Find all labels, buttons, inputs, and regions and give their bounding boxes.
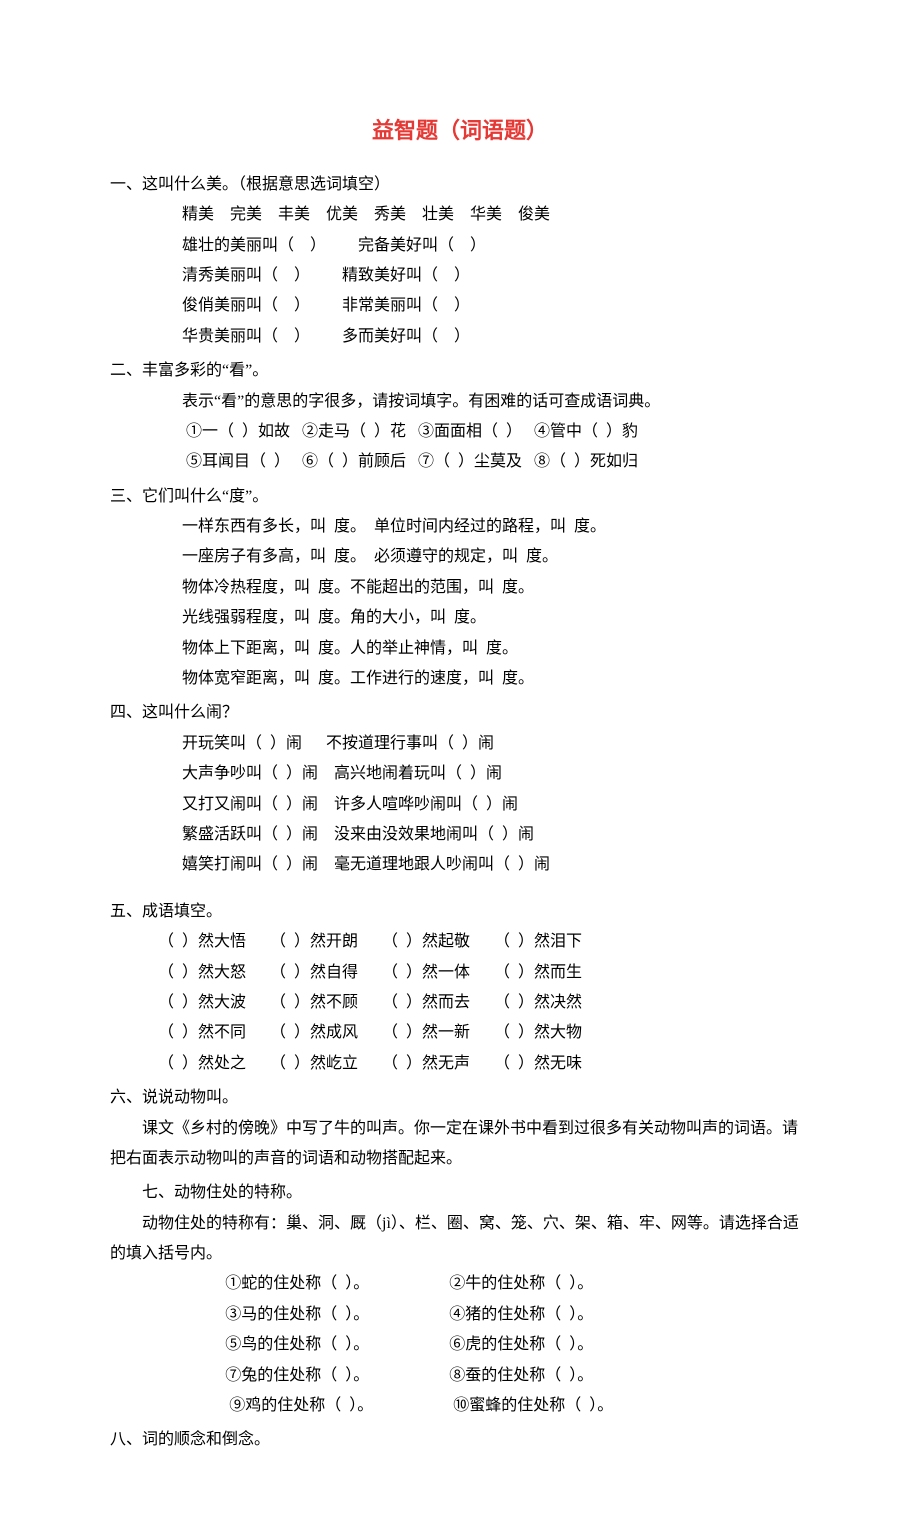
section-5-row-5: （ ）然处之 （ ）然屹立 （ ）然无声 （ ）然无味 [110, 1049, 810, 1079]
section-4-line-1: 开玩笑叫（ ）闹 不按道理行事叫（ ）闹 [110, 729, 810, 759]
section-7-row-4: ⑦兔的住处称（ ）。 ⑧蚕的住处称（ ）。 [110, 1361, 810, 1391]
section-6: 六、说说动物叫。 课文《乡村的傍晚》中写了牛的叫声。你一定在课外书中看到过很多有… [110, 1083, 810, 1174]
section-1-row-1: 雄壮的美丽叫（ ） 完备美好叫（ ） [110, 231, 810, 261]
section-2-line-2: ①一（ ）如故 ②走马（ ）花 ③面面相（ ） ④管中（ ）豹 [110, 417, 810, 447]
section-1-row-3: 俊俏美丽叫（ ） 非常美丽叫（ ） [110, 291, 810, 321]
section-2-line-3: ⑤耳闻目（ ） ⑥（ ）前顾后 ⑦（ ）尘莫及 ⑧（ ）死如归 [110, 447, 810, 477]
section-7-row-3: ⑤鸟的住处称（ ）。 ⑥虎的住处称（ ）。 [110, 1330, 810, 1360]
section-4-line-4: 繁盛活跃叫（ ）闹 没来由没效果地闹叫（ ）闹 [110, 820, 810, 850]
section-3-line-3: 物体冷热程度，叫 度。不能超出的范围，叫 度。 [110, 573, 810, 603]
section-7-row-5: ⑨鸡的住处称（ ）。 ⑩蜜蜂的住处称（ ）。 [110, 1391, 810, 1421]
section-4: 四、这叫什么闹？ 开玩笑叫（ ）闹 不按道理行事叫（ ）闹 大声争吵叫（ ）闹 … [110, 698, 810, 880]
section-5-heading: 五、成语填空。 [110, 897, 810, 927]
spacer [110, 881, 810, 893]
page-title: 益智题（词语题） [110, 110, 810, 152]
section-7-row-1: ①蛇的住处称（ ）。 ②牛的住处称（ ）。 [110, 1269, 810, 1299]
section-1-row-4: 华贵美丽叫（ ） 多而美好叫（ ） [110, 322, 810, 352]
section-4-line-5: 嬉笑打闹叫（ ）闹 毫无道理地跟人吵闹叫（ ）闹 [110, 850, 810, 880]
section-2-line-1: 表示“看”的意思的字很多，请按词填字。有困难的话可查成语词典。 [110, 387, 810, 417]
section-5: 五、成语填空。 （ ）然大悟 （ ）然开朗 （ ）然起敬 （ ）然泪下 （ ）然… [110, 897, 810, 1079]
section-1-heading: 一、这叫什么美。（根据意思选词填空） [110, 170, 810, 200]
section-7-heading: 七、动物住处的特称。 [110, 1178, 810, 1208]
section-7-para-1-text: 动物住处的特称有：巢、洞、厩（jì）、栏、圈、窝、笼、穴、架、箱、牢、网等。请选… [110, 1209, 810, 1270]
section-6-heading: 六、说说动物叫。 [110, 1083, 810, 1113]
section-3-line-5: 物体上下距离，叫 度。人的举止神情，叫 度。 [110, 634, 810, 664]
section-5-row-1: （ ）然大悟 （ ）然开朗 （ ）然起敬 （ ）然泪下 [110, 927, 810, 957]
section-4-heading: 四、这叫什么闹？ [110, 698, 810, 728]
section-2: 二、丰富多彩的“看”。 表示“看”的意思的字很多，请按词填字。有困难的话可查成语… [110, 356, 810, 478]
section-3: 三、它们叫什么“度”。 一样东西有多长，叫 度。 单位时间内经过的路程，叫 度。… [110, 482, 810, 695]
section-8: 八、词的顺念和倒念。 [110, 1425, 810, 1455]
section-3-line-1: 一样东西有多长，叫 度。 单位时间内经过的路程，叫 度。 [110, 512, 810, 542]
section-4-line-2: 大声争吵叫（ ）闹 高兴地闹着玩叫（ ）闹 [110, 759, 810, 789]
section-6-para-1-text: 课文《乡村的傍晚》中写了牛的叫声。你一定在课外书中看到过很多有关动物叫声的词语。… [110, 1114, 810, 1175]
section-5-row-4: （ ）然不同 （ ）然成风 （ ）然一新 （ ）然大物 [110, 1018, 810, 1048]
section-1: 一、这叫什么美。（根据意思选词填空） 精美 完美 丰美 优美 秀美 壮美 华美 … [110, 170, 810, 352]
section-5-row-2: （ ）然大怒 （ ）然自得 （ ）然一体 （ ）然而生 [110, 958, 810, 988]
section-3-line-2: 一座房子有多高，叫 度。 必须遵守的规定，叫 度。 [110, 542, 810, 572]
section-3-line-6: 物体宽窄距离，叫 度。工作进行的速度，叫 度。 [110, 664, 810, 694]
section-2-heading: 二、丰富多彩的“看”。 [110, 356, 810, 386]
section-1-row-2: 清秀美丽叫（ ） 精致美好叫（ ） [110, 261, 810, 291]
section-7: 七、动物住处的特称。 动物住处的特称有：巢、洞、厩（jì）、栏、圈、窝、笼、穴、… [110, 1178, 810, 1421]
section-7-para-1: 动物住处的特称有：巢、洞、厩（jì）、栏、圈、窝、笼、穴、架、箱、牢、网等。请选… [110, 1209, 810, 1270]
section-1-options: 精美 完美 丰美 优美 秀美 壮美 华美 俊美 [110, 200, 810, 230]
section-6-para-1: 课文《乡村的傍晚》中写了牛的叫声。你一定在课外书中看到过很多有关动物叫声的词语。… [110, 1114, 810, 1175]
section-5-row-3: （ ）然大波 （ ）然不顾 （ ）然而去 （ ）然决然 [110, 988, 810, 1018]
section-3-line-4: 光线强弱程度，叫 度。角的大小，叫 度。 [110, 603, 810, 633]
section-8-heading: 八、词的顺念和倒念。 [110, 1425, 810, 1455]
section-7-row-2: ③马的住处称（ ）。 ④猪的住处称（ ）。 [110, 1300, 810, 1330]
section-3-heading: 三、它们叫什么“度”。 [110, 482, 810, 512]
section-4-line-3: 又打又闹叫（ ）闹 许多人喧哗吵闹叫（ ）闹 [110, 790, 810, 820]
